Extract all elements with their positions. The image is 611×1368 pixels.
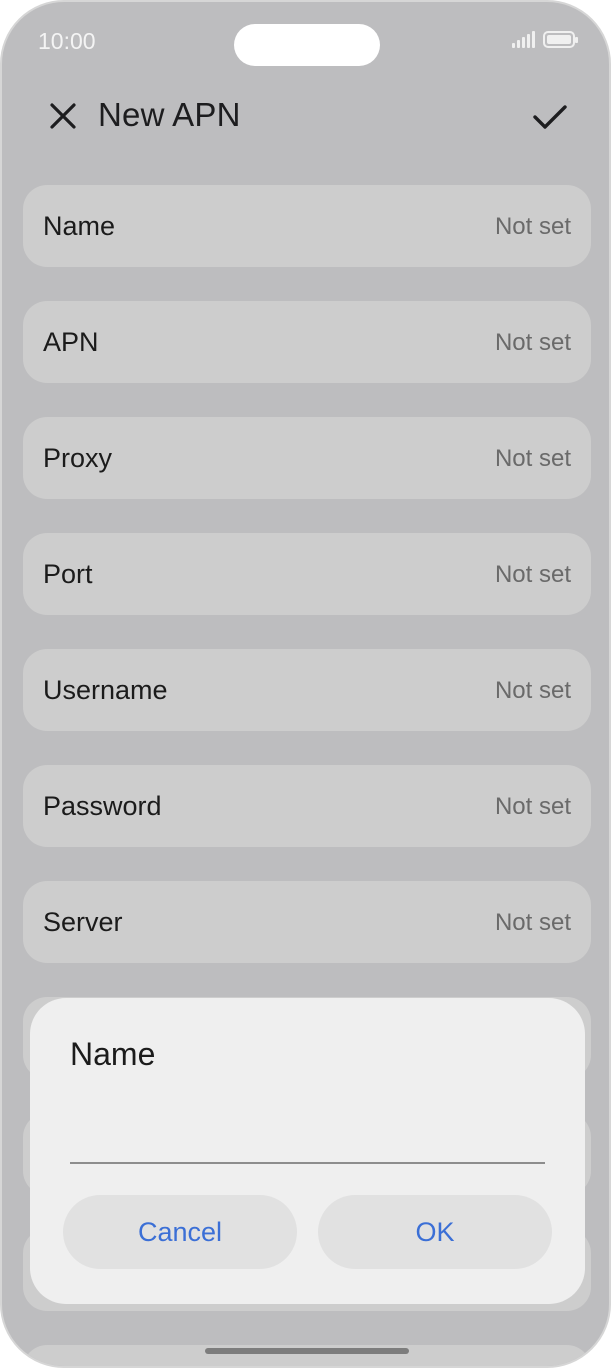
field-label: Port <box>43 559 93 589</box>
app-header: New APN <box>2 82 609 152</box>
field-label: Password <box>43 791 162 821</box>
field-label: Proxy <box>43 443 113 473</box>
field-row-proxy[interactable]: Proxy Not set <box>23 417 591 499</box>
close-button[interactable] <box>44 97 82 135</box>
battery-icon <box>543 31 578 48</box>
field-label: APN <box>43 327 99 357</box>
confirm-button[interactable] <box>529 96 571 138</box>
name-input[interactable] <box>70 1116 545 1164</box>
camera-notch <box>234 24 380 66</box>
field-row-password[interactable]: Password Not set <box>23 765 591 847</box>
page-title: New APN <box>98 96 241 133</box>
field-value: Not set <box>494 793 571 820</box>
field-value: Not set <box>494 677 571 704</box>
status-time: 10:00 <box>38 28 96 54</box>
name-dialog: Name Cancel OK <box>30 998 585 1304</box>
field-value: Not set <box>494 329 571 356</box>
field-row-name[interactable]: Name Not set <box>23 185 591 267</box>
ok-button[interactable]: OK <box>318 1195 552 1269</box>
phone-screen: 10:00 New APN Name Not set APN Not set P… <box>0 0 611 1368</box>
field-value: Not set <box>494 561 571 588</box>
check-icon <box>533 105 567 129</box>
close-icon <box>50 103 76 129</box>
field-row-server[interactable]: Server Not set <box>23 881 591 963</box>
field-value: Not set <box>494 909 571 936</box>
dialog-title: Name <box>70 1036 156 1072</box>
signal-icon <box>512 30 535 48</box>
home-indicator[interactable] <box>205 1348 409 1354</box>
status-icons <box>512 30 578 48</box>
field-label: Username <box>43 675 168 705</box>
field-value: Not set <box>494 445 571 472</box>
field-row-port[interactable]: Port Not set <box>23 533 591 615</box>
cancel-button[interactable]: Cancel <box>63 1195 297 1269</box>
field-row-apn[interactable]: APN Not set <box>23 301 591 383</box>
field-label: Name <box>43 211 116 241</box>
field-label: Server <box>43 907 123 937</box>
field-value: Not set <box>494 213 571 240</box>
field-row-username[interactable]: Username Not set <box>23 649 591 731</box>
